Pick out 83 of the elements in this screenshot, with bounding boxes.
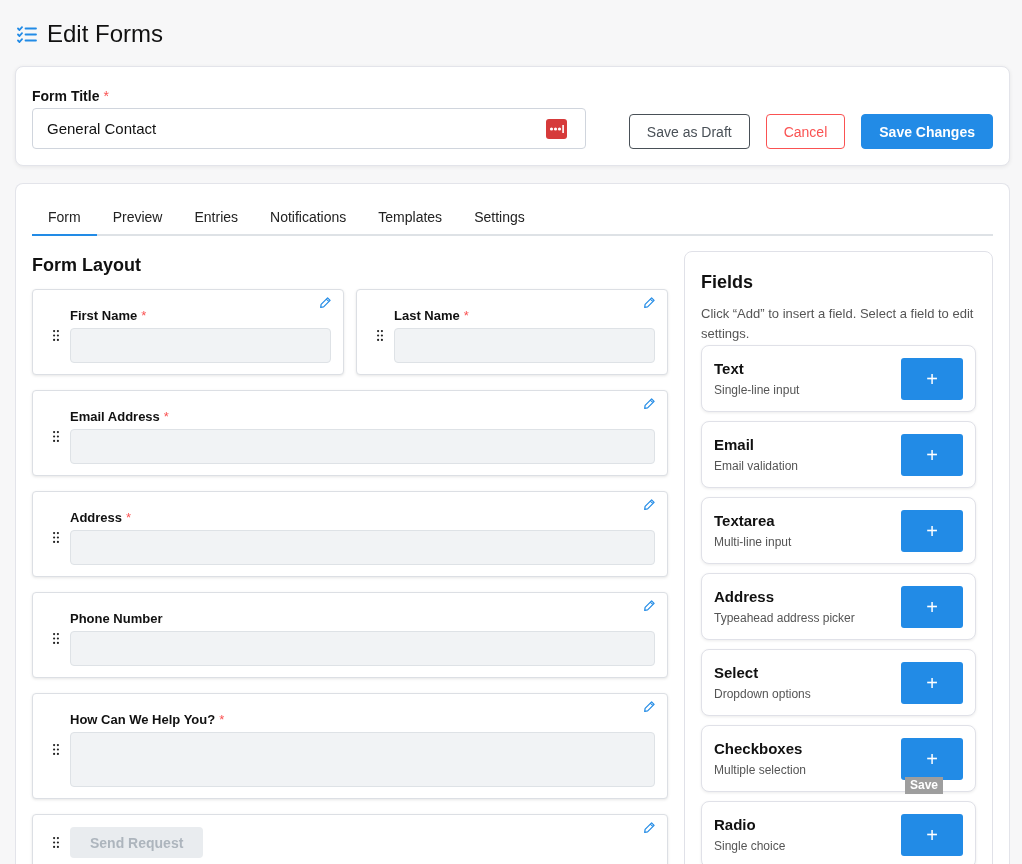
field-card[interactable]: Phone Number [32,592,668,678]
drag-handle-icon[interactable] [53,330,59,341]
section-title: Form Layout [32,254,141,276]
field-card[interactable]: Email Address * [32,390,668,476]
field-type-description: Email validation [714,459,799,474]
tab[interactable]: Form [32,200,97,236]
add-field-button[interactable]: + [901,358,963,400]
pencil-icon[interactable] [644,297,655,308]
field-label: Email Address [70,409,160,425]
field-type-description: Dropdown options [714,687,811,702]
field-label: Form Title [32,87,100,105]
tab[interactable]: Templates [362,200,459,236]
tooltip: Save [905,777,944,794]
field-type-name: Checkboxes [714,740,804,758]
drag-handle-icon[interactable] [53,837,59,848]
password-manager-icon[interactable] [546,118,567,139]
add-field-button[interactable]: + [901,434,963,476]
field-type-card[interactable]: Text Single-line input + [701,345,976,412]
field-label: Last Name [394,308,460,324]
field-type-name: Textarea [714,512,776,530]
add-field-button[interactable]: + [901,662,963,704]
form-title-input[interactable]: General Contact [32,108,586,149]
tab[interactable]: Settings [458,200,541,236]
pencil-icon[interactable] [644,398,655,409]
field-card[interactable]: Last Name * [356,289,668,375]
field-label: Phone Number [70,611,163,627]
field-type-name: Select [714,664,760,682]
required-asterisk: * [163,409,169,425]
field-type-card[interactable]: Email Email validation + [701,421,976,488]
field-type-name: Address [714,588,776,606]
field-type-card[interactable]: Address Typeahead address picker + [701,573,976,640]
add-field-button[interactable]: + [901,814,963,856]
checklist-icon [17,25,37,43]
page-title: Edit Forms [47,20,163,48]
field-label: Address [70,510,123,526]
input-field[interactable] [70,530,655,565]
field-label: How Can We Help You? [70,712,216,728]
draft-button[interactable]: Save as Draft [628,114,750,149]
panel-title: Fields [701,271,753,293]
tab[interactable]: Entries [178,200,255,236]
field-card[interactable]: Address * [32,491,668,577]
pencil-icon[interactable] [644,499,655,510]
field-type-name: Text [714,360,745,378]
required-asterisk: * [126,510,132,526]
field-label: First Name [70,308,138,324]
field-type-description: Typeahead address picker [714,611,855,626]
field-type-card[interactable]: Checkboxes Multiple selection + Save [701,725,976,792]
required-asterisk: * [141,308,147,324]
field-type-description: Multiple selection [714,763,807,778]
panel-description: Click “Add” to insert a field. Select a field to edit settings. [701,305,975,343]
field-type-description: Single choice [714,839,786,854]
field-type-card[interactable]: Textarea Multi-line input + [701,497,976,564]
field-type-name: Radio [714,816,757,834]
add-field-button[interactable]: + [901,510,963,552]
save-button[interactable]: Save Changes [861,114,993,149]
drag-handle-icon[interactable] [53,633,59,644]
required-asterisk: * [463,308,469,324]
add-field-button[interactable]: + [901,586,963,628]
tab[interactable]: Notifications [254,200,363,236]
field-type-card[interactable]: Radio Single choice + [701,801,976,864]
add-field-button[interactable]: + [901,738,963,780]
field-type-description: Multi-line input [714,535,792,550]
required-asterisk: * [103,87,109,105]
pencil-icon[interactable] [644,600,655,611]
drag-handle-icon[interactable] [53,744,59,755]
field-type-card[interactable]: Select Dropdown options + [701,649,976,716]
input-field[interactable] [70,328,331,363]
input-field[interactable] [394,328,655,363]
drag-handle-icon[interactable] [53,532,59,543]
input-field[interactable] [70,631,655,666]
pencil-icon[interactable] [644,701,655,712]
input-field[interactable] [70,429,655,464]
field-card[interactable]: How Can We Help You? * [32,693,668,799]
field-type-name: Email [714,436,756,454]
field-card[interactable]: First Name * [32,289,344,375]
drag-handle-icon[interactable] [377,330,383,341]
pencil-icon[interactable] [320,297,331,308]
textarea-field[interactable] [70,732,655,787]
pencil-icon[interactable] [644,822,655,833]
field-type-description: Single-line input [714,383,800,398]
drag-handle-icon[interactable] [53,431,59,442]
tab[interactable]: Preview [96,200,179,236]
required-asterisk: * [219,712,225,728]
